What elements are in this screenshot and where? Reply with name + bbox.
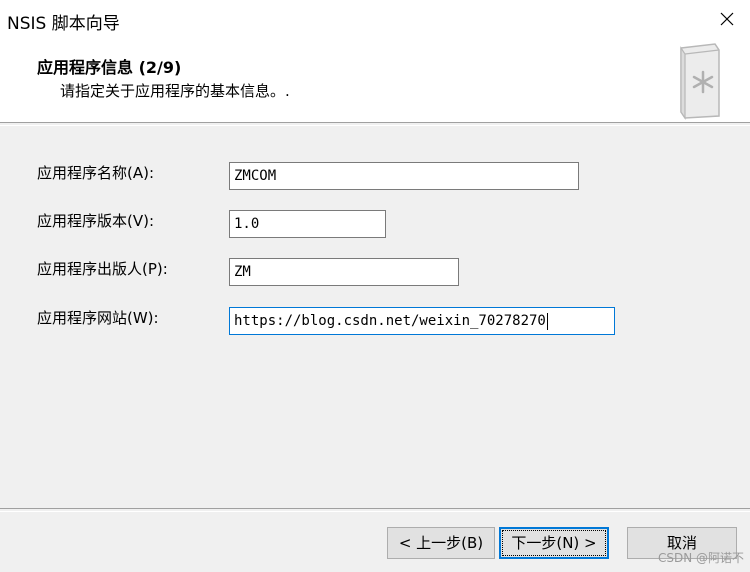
title-bar: NSIS 脚本向导 <box>0 0 750 38</box>
watermark: CSDN @阿诺不 <box>657 551 744 565</box>
header-separator <box>0 122 750 126</box>
wizard-book-icon <box>680 43 720 120</box>
footer-separator <box>0 508 750 512</box>
app-website-value: https://blog.csdn.net/weixin_70278270 <box>234 313 546 329</box>
app-publisher-label: 应用程序出版人(P): <box>37 260 168 278</box>
app-publisher-input[interactable]: ZM <box>229 258 459 286</box>
app-name-input[interactable]: ZMCOM <box>229 162 579 190</box>
text-caret <box>546 312 548 330</box>
app-version-input[interactable]: 1.0 <box>229 210 386 238</box>
next-button[interactable]: 下一步(N) > <box>499 527 609 559</box>
back-button[interactable]: < 上一步(B) <box>387 527 495 559</box>
close-button[interactable] <box>704 0 750 38</box>
page-subtitle: 请指定关于应用程序的基本信息。. <box>60 82 290 100</box>
app-website-label: 应用程序网站(W): <box>37 309 159 327</box>
focus-rect <box>502 530 606 556</box>
page-title: 应用程序信息 (2/9) <box>37 58 182 77</box>
window-title: NSIS 脚本向导 <box>7 14 120 34</box>
app-version-label: 应用程序版本(V): <box>37 212 155 230</box>
app-name-label: 应用程序名称(A): <box>37 164 155 182</box>
nsis-wizard-window: NSIS 脚本向导 应用程序信息 (2/9) 请指定关于应用程序的基本信息。. … <box>0 0 750 572</box>
wizard-header: 应用程序信息 (2/9) 请指定关于应用程序的基本信息。. <box>0 38 750 122</box>
app-website-input[interactable]: https://blog.csdn.net/weixin_70278270 <box>229 307 615 335</box>
close-icon <box>720 12 734 26</box>
